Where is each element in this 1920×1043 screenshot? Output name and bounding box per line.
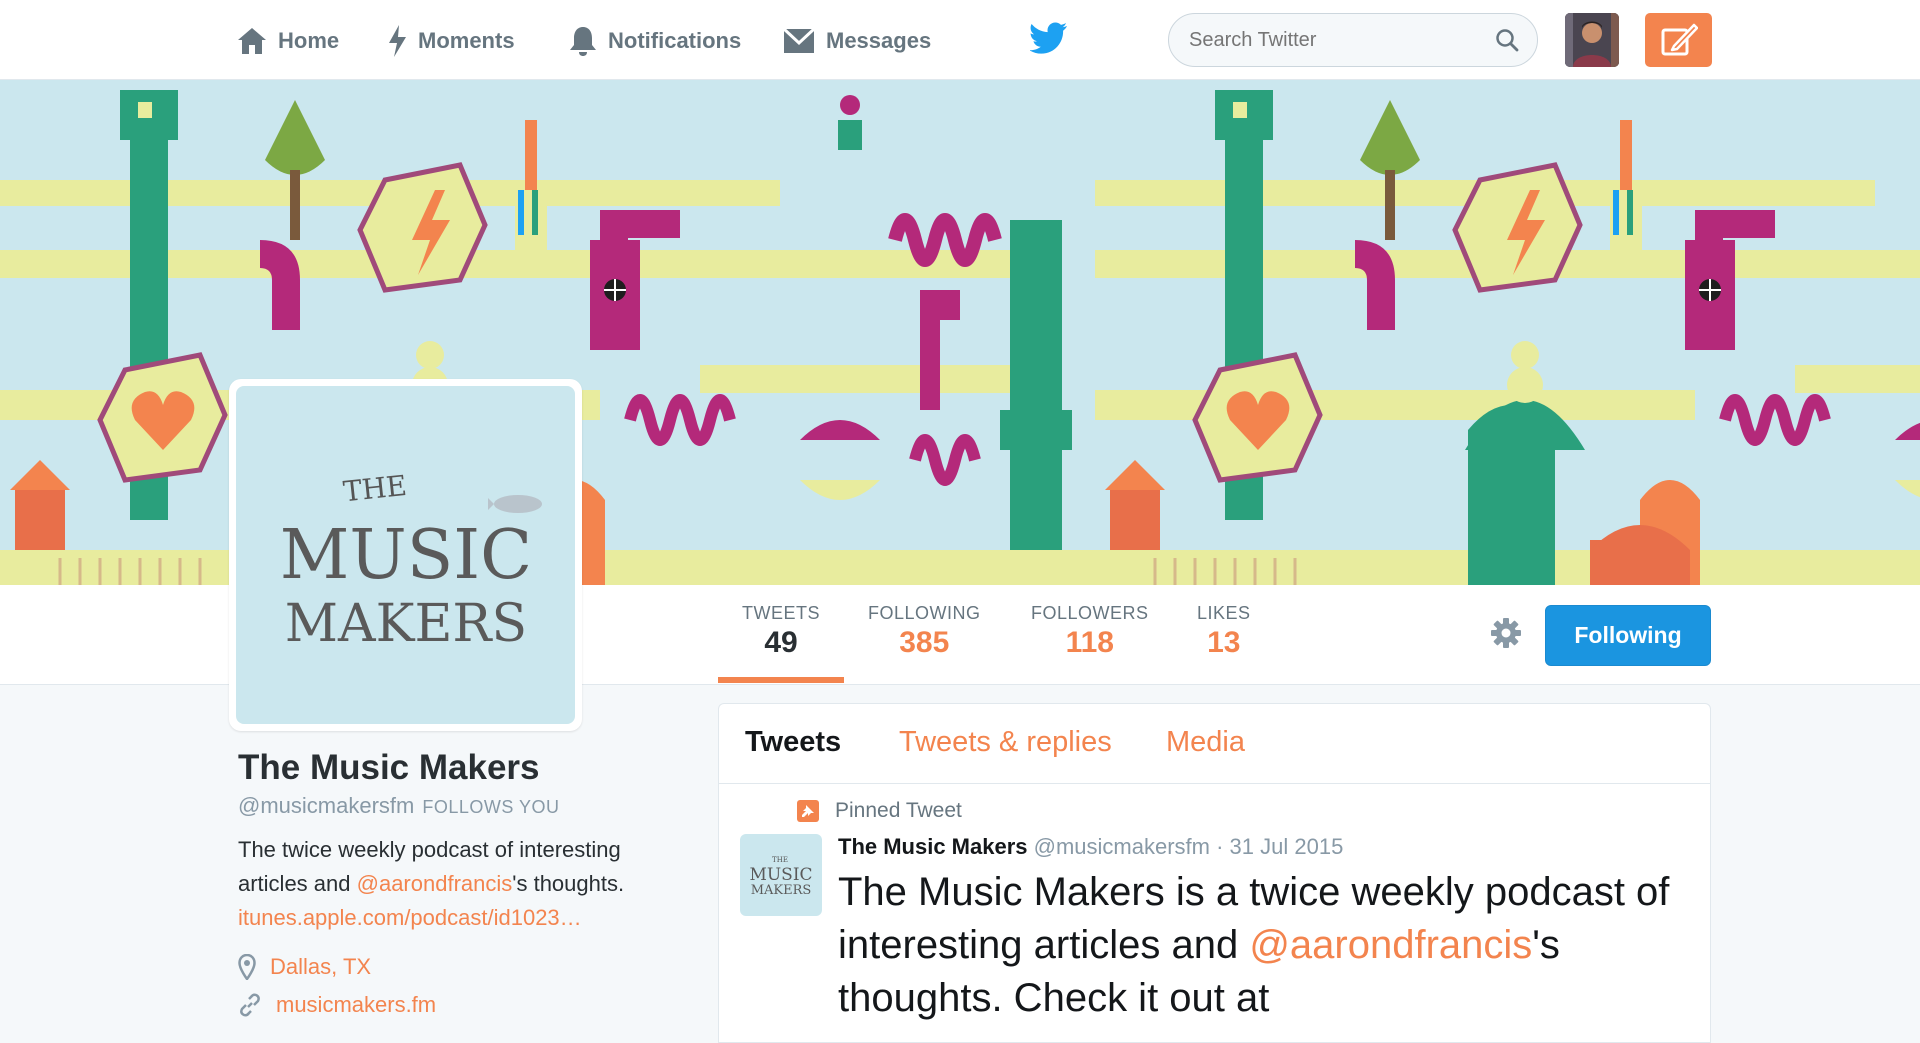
compose-tweet-icon (1661, 23, 1698, 56)
gear-icon[interactable] (1490, 617, 1522, 654)
profile-website: musicmakers.fm (238, 988, 436, 1022)
nav-messages-label: Messages (826, 28, 932, 53)
notifications-icon (570, 27, 596, 56)
music-makers-logo: THE MUSIC MAKERS (236, 386, 575, 724)
tab-tweets[interactable]: Tweets (745, 726, 841, 759)
stat-likes-value: 13 (1207, 626, 1241, 659)
svg-text:MUSIC: MUSIC (749, 865, 812, 885)
tweet-date[interactable]: · 31 Jul 2015 (1216, 834, 1343, 859)
stat-tweets-value: 49 (764, 626, 798, 659)
pinned-tweet-text: Pinned Tweet (835, 799, 962, 822)
home-icon (238, 28, 266, 54)
stat-following-label: FOLLOWING (868, 603, 981, 623)
active-stat-underline (718, 677, 844, 683)
tab-media[interactable]: Media (1166, 726, 1245, 759)
timeline-tabs: Tweets Tweets & replies Media (719, 704, 1710, 784)
search-icon[interactable] (1495, 28, 1519, 52)
tab-tweets-and-replies[interactable]: Tweets & replies (899, 726, 1112, 759)
bio-link[interactable]: itunes.apple.com/podcast/id1023… (238, 905, 582, 930)
stat-following-value: 385 (899, 626, 950, 659)
link-icon (240, 993, 260, 1017)
top-navigation: Home Moments Notifications Messages (0, 0, 1920, 80)
stat-likes[interactable]: LIKES 13 (1197, 603, 1251, 660)
nav-moments-label: Moments (418, 28, 515, 53)
timeline: Tweets Tweets & replies Media Pinned Twe… (718, 703, 1711, 1043)
avatar[interactable] (1565, 13, 1619, 67)
nav-moments[interactable]: Moments (386, 22, 515, 60)
nav-messages[interactable]: Messages (782, 22, 931, 60)
nav-home-label: Home (278, 28, 340, 53)
svg-text:MAKERS: MAKERS (285, 594, 527, 654)
stat-following[interactable]: FOLLOWING 385 (868, 603, 981, 660)
website-link[interactable]: musicmakers.fm (276, 992, 436, 1018)
tweet-header: The Music Makers @musicmakersfm · 31 Jul… (838, 834, 1343, 860)
svg-text:MAKERS: MAKERS (751, 883, 812, 898)
stat-tweets[interactable]: TWEETS 49 (742, 603, 820, 660)
compose-tweet-button[interactable] (1645, 13, 1712, 67)
messages-icon (782, 27, 816, 53)
svg-text:THE: THE (342, 469, 409, 508)
profile-handle-line: @musicmakersfm FOLLOWS YOU (238, 793, 560, 819)
svg-text:THE: THE (772, 856, 788, 864)
stat-followers-value: 118 (1065, 626, 1114, 659)
location-pin-icon (238, 954, 256, 980)
search-input[interactable] (1189, 26, 1489, 54)
follows-you-badge: FOLLOWS YOU (422, 797, 560, 817)
stat-tweets-label: TWEETS (742, 603, 820, 623)
bio-text-2: 's thoughts. (512, 871, 625, 896)
profile-bio: The twice weekly podcast of interesting … (238, 833, 678, 935)
tweet-avatar[interactable]: THE MUSIC MAKERS (740, 834, 822, 916)
profile-name: The Music Makers (238, 748, 540, 787)
location-text[interactable]: Dallas, TX (270, 954, 371, 980)
pinned-tweet-label: Pinned Tweet (797, 799, 962, 823)
bio-mention[interactable]: @aarondfrancis (357, 871, 513, 896)
tweet-text: The Music Makers is a twice weekly podca… (838, 866, 1698, 1025)
profile-location: Dallas, TX (238, 950, 371, 984)
stat-followers[interactable]: FOLLOWERS 118 (1031, 603, 1149, 660)
profile-handle[interactable]: @musicmakersfm (238, 793, 414, 818)
tweet-handle[interactable]: @musicmakersfm (1034, 834, 1210, 859)
moments-icon (389, 25, 406, 57)
nav-home[interactable]: Home (236, 22, 339, 60)
following-button[interactable]: Following (1545, 605, 1711, 666)
tweet-mention[interactable]: @aarondfrancis (1249, 923, 1532, 967)
nav-notifications-label: Notifications (608, 28, 742, 53)
twitter-bird-icon[interactable] (1029, 22, 1068, 61)
tweet-author[interactable]: The Music Makers (838, 834, 1028, 859)
profile-avatar[interactable]: THE MUSIC MAKERS (229, 379, 582, 731)
nav-notifications[interactable]: Notifications (568, 22, 741, 60)
pin-icon (797, 800, 819, 822)
stat-followers-label: FOLLOWERS (1031, 603, 1149, 623)
stat-likes-label: LIKES (1197, 603, 1251, 623)
search-box[interactable] (1168, 13, 1538, 67)
svg-text:MUSIC: MUSIC (280, 516, 532, 595)
